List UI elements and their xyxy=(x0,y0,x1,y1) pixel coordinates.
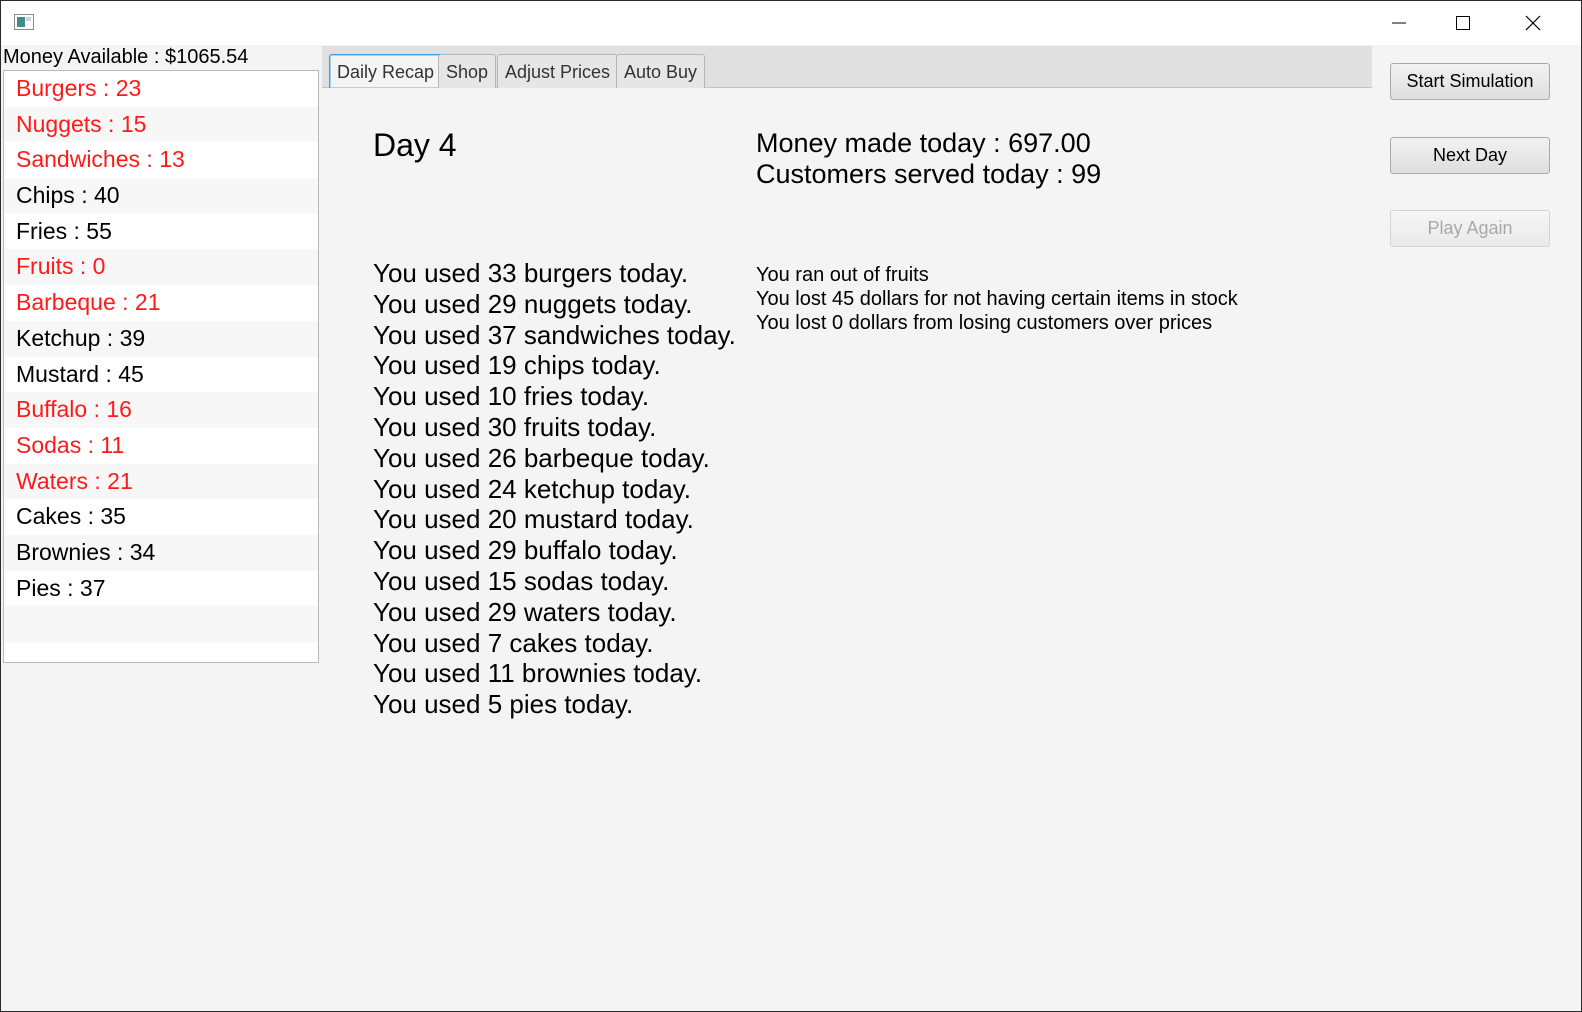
usage-line: You used 29 buffalo today. xyxy=(373,535,678,566)
inventory-item[interactable]: Ketchup : 39 xyxy=(4,320,318,357)
loss-note: You lost 45 dollars for not having certa… xyxy=(756,288,1238,310)
tab-shop[interactable]: Shop xyxy=(438,54,497,88)
inventory-item[interactable]: Nuggets : 15 xyxy=(4,106,318,143)
title-bar xyxy=(1,1,1581,45)
inventory-item[interactable]: Cakes : 35 xyxy=(4,499,318,535)
play-again-button: Play Again xyxy=(1390,210,1550,247)
usage-line: You used 24 ketchup today. xyxy=(373,473,692,504)
maximize-icon[interactable] xyxy=(1429,1,1497,45)
inventory-item[interactable]: Mustard : 45 xyxy=(4,357,318,393)
tab-bar: Daily Recap Shop Adjust Prices Auto Buy xyxy=(322,46,1372,88)
inventory-item[interactable]: Fruits : 0 xyxy=(4,249,318,286)
inventory-item[interactable]: Chips : 40 xyxy=(4,178,318,214)
tab-adjust-prices[interactable]: Adjust Prices xyxy=(497,54,619,88)
usage-line: You used 10 fries today. xyxy=(373,381,650,412)
money-made-today: Money made today : 697.00 xyxy=(756,128,1091,158)
inventory-item[interactable]: Burgers : 23 xyxy=(4,71,318,107)
usage-report: You used 33 burgers today. You used 29 nu… xyxy=(373,258,736,720)
inventory-empty-row xyxy=(4,606,318,642)
usage-line: You used 29 waters today. xyxy=(373,596,677,627)
usage-line: You used 5 pies today. xyxy=(373,689,634,720)
inventory-item[interactable]: Sandwiches : 13 xyxy=(4,142,318,178)
minimize-icon[interactable] xyxy=(1365,1,1433,45)
tab-daily-recap[interactable]: Daily Recap xyxy=(329,54,443,88)
usage-line: You used 11 brownies today. xyxy=(373,658,703,689)
usage-line: You used 30 fruits today. xyxy=(373,411,657,442)
inventory-item[interactable]: Buffalo : 16 xyxy=(4,392,318,428)
daily-summary: Money made today : 697.00 Customers serv… xyxy=(756,128,1101,190)
tab-auto-buy[interactable]: Auto Buy xyxy=(616,54,706,88)
usage-line: You used 26 barbeque today. xyxy=(373,442,710,473)
inventory-empty-row xyxy=(4,642,318,662)
usage-line: You used 37 sandwiches today. xyxy=(373,319,736,350)
inventory-item[interactable]: Fries : 55 xyxy=(4,214,318,250)
usage-line: You used 20 mustard today. xyxy=(373,504,694,535)
usage-line: You used 7 cakes today. xyxy=(373,627,654,658)
customers-served-today: Customers served today : 99 xyxy=(756,159,1102,189)
next-day-button[interactable]: Next Day xyxy=(1390,137,1550,174)
loss-note: You ran out of fruits xyxy=(756,264,929,286)
inventory-item[interactable]: Waters : 21 xyxy=(4,463,318,500)
inventory-item[interactable]: Brownies : 34 xyxy=(4,534,318,571)
inventory-list[interactable]: Burgers : 23 Nuggets : 15 Sandwiches : 13 C… xyxy=(3,70,319,663)
usage-line: You used 33 burgers today. xyxy=(373,258,689,288)
usage-line: You used 15 sodas today. xyxy=(373,565,670,596)
loss-notes: You ran out of fruits You lost 45 dollars… xyxy=(756,263,1238,335)
app-window: Money Available : $1065.54 Burgers : 23 N… xyxy=(0,0,1582,1012)
usage-line: You used 29 nuggets today. xyxy=(373,288,693,319)
inventory-item[interactable]: Pies : 37 xyxy=(4,571,318,607)
usage-line: You used 19 chips today. xyxy=(373,350,661,381)
inventory-item[interactable]: Barbeque : 21 xyxy=(4,285,318,321)
inventory-item[interactable]: Sodas : 11 xyxy=(4,428,318,464)
app-icon xyxy=(14,14,34,30)
close-icon[interactable] xyxy=(1499,1,1567,45)
loss-note: You lost 0 dollars from losing customers… xyxy=(756,312,1213,334)
start-simulation-button[interactable]: Start Simulation xyxy=(1390,63,1550,100)
day-title: Day 4 xyxy=(373,127,457,163)
money-available-label: Money Available : $1065.54 xyxy=(3,46,249,68)
